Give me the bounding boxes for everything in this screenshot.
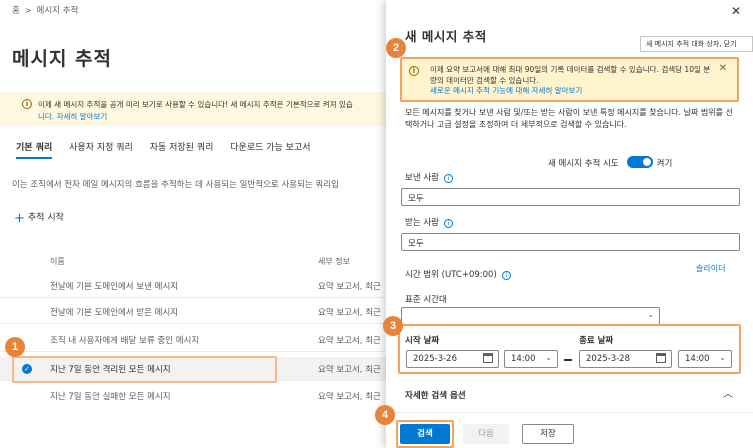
breadcrumb: 홈 > 메시지 추적	[12, 4, 78, 16]
banner-message: 이제 요약 보고서에 대해 최대 90일의 기록 데이터를 검색할 수 있습니다…	[430, 65, 711, 85]
table-row[interactable]: 전날에 기본 도메인에서 받은 메시지 요약 보고서, 최근	[0, 300, 390, 324]
toggle-label: 새 메시지 추적 시도	[548, 159, 619, 169]
row-name: 조직 내 사용자에게 배달 보류 중인 메시지	[50, 336, 200, 346]
tab-autosaved-queries[interactable]: 자동 저장된 쿼리	[150, 140, 214, 159]
callout-badge-2: 2	[386, 38, 406, 58]
time-range-label-text: 시간 범위 (UTC+09:00)	[405, 270, 497, 280]
info-icon: i	[22, 99, 32, 109]
banner-text: 이제 요약 보고서에 대해 최대 90일의 기록 데이터를 검색할 수 있습니다…	[430, 65, 715, 97]
row-name: 전날에 기본 도메인에서 받은 메시지	[50, 308, 179, 318]
chevron-right-icon: >	[24, 6, 32, 15]
start-date-value: 2025-3-26	[413, 354, 457, 364]
close-icon[interactable]: ✕	[731, 4, 741, 18]
banner-message: 이제 새 메시지 추적을 공개 미리 보기로 사용할 수 있습니다! 새 메시지…	[38, 100, 353, 109]
tab-basic-queries[interactable]: 기본 쿼리	[16, 140, 53, 159]
advanced-search-options[interactable]: 자세한 검색 옵션	[405, 389, 466, 401]
banner-learn-more-link[interactable]: 니다. 자세히 알아보기	[38, 111, 353, 123]
recipient-field[interactable]: 모두	[401, 233, 740, 251]
new-trace-toggle-row: 새 메시지 추적 시도 켜기	[548, 156, 672, 169]
callout-badge-1: 1	[5, 337, 25, 357]
breadcrumb-current: 메시지 추적	[36, 6, 79, 16]
start-date-label: 시작 날짜	[405, 336, 440, 346]
breadcrumb-home[interactable]: 홈	[12, 6, 20, 16]
end-date-label: 종료 날짜	[579, 336, 614, 346]
info-icon[interactable]: i	[501, 271, 511, 280]
start-time-dropdown[interactable]: 14:00 ⌄	[504, 350, 558, 368]
table-row[interactable]: 지난 7일 동안 실패한 모든 메시지 요약 보고서, 최근	[0, 384, 390, 408]
row-name: 지난 7일 동안 실패한 모든 메시지	[50, 392, 171, 402]
chevron-down-icon: ⌄	[647, 310, 654, 319]
time-range-label: 시간 범위 (UTC+09:00) i	[405, 268, 511, 280]
info-icon[interactable]: i	[443, 174, 453, 183]
footer-divider	[386, 412, 753, 413]
end-time-value: 14:00	[685, 354, 710, 364]
info-icon[interactable]: i	[443, 219, 453, 228]
recipient-label: 받는 사람 i	[405, 216, 453, 228]
sender-label: 보낸 사람 i	[405, 171, 453, 183]
column-header-detail[interactable]: 세부 정보	[318, 256, 350, 267]
chevron-up-icon[interactable]: ︿	[723, 385, 733, 400]
date-range-dash	[564, 359, 572, 361]
new-trace-toggle[interactable]	[626, 156, 653, 168]
search-button[interactable]: 검색	[400, 424, 450, 444]
end-date-value: 2025-3-28	[586, 354, 630, 364]
panel-description: 모든 메시지를 찾거나 보낸 사람 및/또는 받는 사람이 보낸 특정 메시지를…	[405, 108, 733, 129]
toggle-state: 켜기	[656, 159, 673, 169]
end-time-dropdown[interactable]: 14:00 ⌄	[678, 350, 732, 368]
save-button[interactable]: 저장	[522, 424, 574, 444]
queries-description: 이는 조직에서 전자 메일 메시지의 흐름을 추적하는 데 사용되는 일반적으로…	[12, 180, 339, 190]
banner-text: 이제 새 메시지 추적을 공개 미리 보기로 사용할 수 있습니다! 새 메시지…	[38, 99, 353, 123]
dismiss-icon[interactable]: ✕	[719, 63, 727, 74]
history-info-banner: i 이제 요약 보고서에 대해 최대 90일의 기록 데이터를 검색할 수 있습…	[400, 57, 739, 102]
preview-info-banner: i 이제 새 메시지 추적을 공개 미리 보기로 사용할 수 있습니다! 새 메…	[0, 92, 390, 126]
info-icon: i	[409, 66, 419, 76]
start-trace-button[interactable]: + 추적 시작	[14, 210, 64, 226]
start-date-picker[interactable]: 2025-3-26	[406, 350, 499, 368]
tab-downloadable-reports[interactable]: 다운로드 가능 보고서	[230, 140, 310, 159]
next-button[interactable]: 다음	[463, 424, 509, 444]
timezone-dropdown[interactable]: ⌄	[401, 307, 660, 325]
row-name: 전날에 기본 도메인에서 보낸 메시지	[50, 282, 179, 292]
timezone-label: 표준 시간대	[405, 295, 447, 305]
recipient-label-text: 받는 사람	[405, 218, 439, 228]
callout-badge-3: 3	[383, 316, 403, 336]
learn-more-link[interactable]: 새로운 메시지 추적 기능에 대해 자세히 알아보기	[430, 86, 582, 95]
sender-label-text: 보낸 사람	[405, 173, 439, 183]
chevron-down-icon: ⌄	[719, 353, 726, 362]
row-detail: 요약 보고서, 최근	[318, 308, 381, 318]
chevron-down-icon: ⌄	[545, 353, 552, 362]
row-detail: 요약 보고서, 최근	[318, 336, 381, 346]
query-tabs: 기본 쿼리 사용자 지정 쿼리 자동 저장된 쿼리 다운로드 가능 보고서	[16, 140, 325, 162]
column-header-name[interactable]: 이름	[50, 256, 65, 267]
calendar-icon[interactable]	[483, 353, 493, 363]
table-row[interactable]: 조직 내 사용자에게 배달 보류 중인 메시지 요약 보고서, 최근	[0, 328, 390, 352]
start-time-value: 14:00	[511, 354, 536, 364]
selected-row-highlight	[12, 356, 277, 383]
calendar-icon[interactable]	[656, 353, 666, 363]
row-detail: 요약 보고서, 최근	[318, 282, 381, 292]
close-tooltip: 새 메시지 추적 대화 상자, 닫기	[640, 36, 753, 52]
plus-icon: +	[14, 211, 25, 226]
row-detail: 요약 보고서, 최근	[318, 365, 381, 375]
panel-title: 새 메시지 추적	[405, 29, 487, 44]
start-trace-label: 추적 시작	[27, 213, 64, 223]
table-row[interactable]: 전날에 기본 도메인에서 보낸 메시지 요약 보고서, 최근	[0, 274, 390, 298]
page-title: 메시지 추적	[12, 48, 113, 70]
callout-badge-4: 4	[375, 405, 395, 425]
sender-field[interactable]: 모두	[401, 188, 740, 206]
row-detail: 요약 보고서, 최근	[318, 392, 381, 402]
end-date-picker[interactable]: 2025-3-28	[579, 350, 672, 368]
slider-link[interactable]: 슬라이더	[696, 263, 725, 274]
tab-custom-queries[interactable]: 사용자 지정 쿼리	[69, 140, 133, 159]
